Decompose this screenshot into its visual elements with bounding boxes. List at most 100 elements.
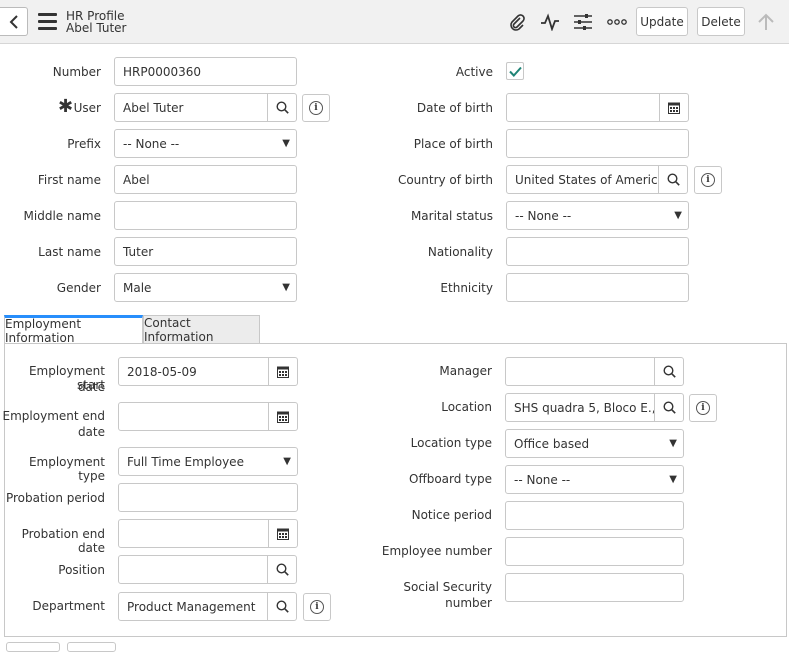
location-field[interactable]: SHS quadra 5, Bloco E., Bra [505,393,655,422]
ethnicity-field[interactable] [506,273,689,302]
employee-number-field[interactable] [505,537,684,566]
position-field[interactable] [118,555,269,584]
position-lookup-button[interactable] [267,555,297,584]
search-icon [275,563,289,576]
user-field[interactable]: Abel Tuter [114,93,268,122]
calendar-icon [277,528,289,540]
info-icon: i [309,101,323,115]
employment-start-label-2: date [77,380,105,394]
number-field[interactable]: HRP0000360 [114,57,297,86]
employment-end-label: Employment end [2,409,105,423]
first-name-label: First name [37,173,101,187]
middle-name-label: Middle name [23,209,101,223]
country-label: Country of birth [397,173,493,187]
first-name-field[interactable]: Abel [114,165,297,194]
tab-employment-information[interactable]: Employment Information [4,315,143,345]
department-label: Department [32,599,105,613]
employment-end-field[interactable] [118,402,269,431]
caret-down-icon: ▼ [282,282,290,293]
gender-select[interactable]: Male ▼ [114,273,297,302]
delete-button[interactable]: Delete [697,7,745,36]
probation-end-field[interactable] [118,519,269,548]
probation-end-calendar-button[interactable] [268,519,298,548]
form-subtitle: Abel Tuter [66,21,127,35]
bottom-button-2[interactable] [67,642,116,652]
offboard-type-label: Offboard type [409,472,492,486]
last-name-field[interactable]: Tuter [114,237,297,266]
employee-number-label: Employee number [381,544,492,558]
ethnicity-label: Ethnicity [440,281,493,295]
employment-type-value: Full Time Employee [127,454,244,469]
marital-label: Marital status [410,209,493,223]
info-icon: i [310,600,324,614]
update-button[interactable]: Update [636,7,688,36]
dob-field[interactable] [506,93,661,122]
location-lookup-button[interactable] [654,393,684,422]
dob-label: Date of birth [416,101,493,115]
nationality-label: Nationality [427,245,493,259]
info-icon: i [701,173,715,187]
employment-end-calendar-button[interactable] [268,402,298,431]
ssn-label: Social Security [403,580,492,594]
marital-select[interactable]: -- None -- ▼ [506,201,689,230]
more-icon[interactable] [605,11,629,33]
calendar-icon [277,411,289,423]
active-checkbox[interactable] [506,62,524,80]
middle-name-field[interactable] [114,201,297,230]
location-type-select[interactable]: Office based ▼ [505,429,684,458]
notice-period-field[interactable] [505,501,684,530]
employment-start-field[interactable]: 2018-05-09 [118,357,269,386]
department-field[interactable]: Product Management [118,592,269,621]
position-label: Position [58,563,105,577]
ssn-field[interactable] [505,573,684,602]
hamburger-icon[interactable] [38,13,57,30]
notice-period-label: Notice period [411,508,492,522]
probation-end-label: Probation end date [21,527,105,555]
prefix-select[interactable]: -- None -- ▼ [114,129,297,158]
number-label: Number [52,65,101,79]
tab-contact-information[interactable]: Contact Information [143,315,260,344]
offboard-type-select[interactable]: -- None -- ▼ [505,465,684,494]
department-info-button[interactable]: i [303,593,331,621]
offboard-type-value: -- None -- [514,472,571,487]
sliders-icon[interactable] [571,11,595,33]
employment-end-label-2: date [77,425,105,439]
country-info-button[interactable]: i [694,166,722,194]
marital-value: -- None -- [515,208,572,223]
activity-icon[interactable] [538,11,562,33]
chevron-left-icon [9,14,18,29]
dob-calendar-button[interactable] [659,93,689,122]
bottom-button-1[interactable] [6,642,60,652]
location-label: Location [441,400,492,414]
prefix-value: -- None -- [123,136,180,151]
manager-field[interactable] [505,357,655,386]
location-info-button[interactable]: i [689,394,717,422]
employment-start-calendar-button[interactable] [268,357,298,386]
location-type-value: Office based [514,436,590,451]
location-type-label: Location type [410,436,492,450]
checkmark-icon [508,66,522,77]
arrow-up-icon[interactable] [755,11,777,33]
probation-period-field[interactable] [118,483,298,512]
ssn-label-2: number [445,596,492,610]
caret-down-icon: ▼ [669,474,677,485]
pob-field[interactable] [506,129,689,158]
department-lookup-button[interactable] [267,592,297,621]
paperclip-icon[interactable] [505,11,529,33]
nationality-field[interactable] [506,237,689,266]
user-info-button[interactable]: i [302,94,330,122]
caret-down-icon: ▼ [674,210,682,221]
employment-type-select[interactable]: Full Time Employee ▼ [118,447,298,476]
manager-lookup-button[interactable] [654,357,684,386]
back-button[interactable] [0,7,28,36]
country-lookup-button[interactable] [658,165,688,194]
search-icon [666,173,680,186]
calendar-icon [668,102,680,114]
country-field[interactable]: United States of America [506,165,660,194]
user-label: User [73,101,101,115]
employment-type-label: Employment type [28,455,105,483]
info-icon: i [696,401,710,415]
last-name-label: Last name [38,245,101,259]
user-lookup-button[interactable] [267,93,297,122]
active-label: Active [455,65,493,79]
